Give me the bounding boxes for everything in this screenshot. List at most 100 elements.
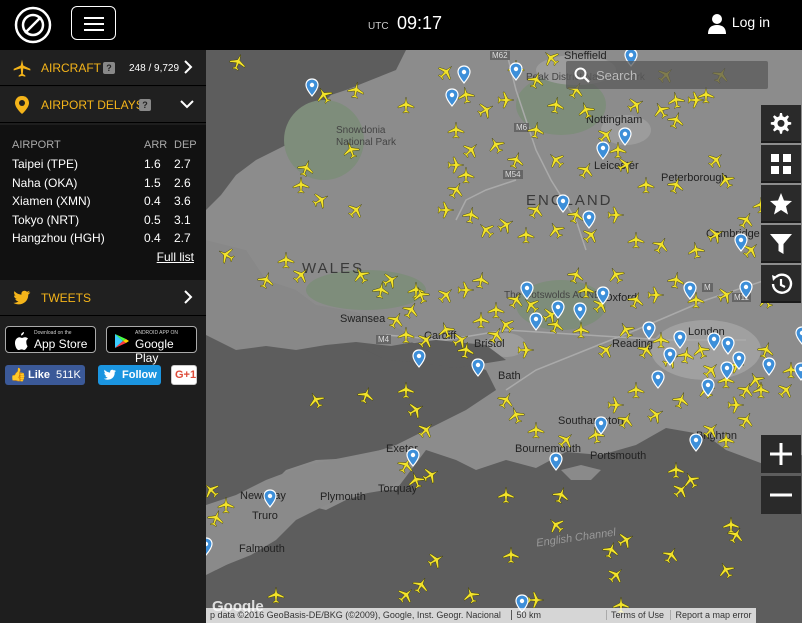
full-list-link[interactable]: Full list (157, 250, 194, 264)
aircraft-marker-icon[interactable] (410, 284, 432, 306)
aircraft-marker-icon[interactable] (607, 396, 625, 414)
user-icon[interactable] (708, 14, 726, 34)
airport-pin-icon[interactable] (596, 286, 610, 305)
airport-pin-icon[interactable] (509, 62, 523, 81)
aircraft-marker-icon[interactable] (494, 213, 518, 237)
aircraft-marker-icon[interactable] (545, 314, 567, 336)
aircraft-marker-icon[interactable] (405, 469, 427, 491)
aircraft-marker-icon[interactable] (474, 218, 498, 242)
twitter-follow-button[interactable]: Follow (98, 365, 161, 385)
help-icon[interactable]: ? (139, 99, 151, 111)
aircraft-marker-icon[interactable] (497, 486, 515, 504)
chevron-right-icon[interactable] (182, 60, 194, 74)
aircraft-marker-icon[interactable] (667, 461, 685, 479)
aircraft-marker-icon[interactable] (734, 208, 758, 232)
aircraft-marker-icon[interactable] (574, 158, 598, 182)
google-play-button[interactable]: ANDROID APP ON Google Play (106, 326, 197, 365)
aircraft-marker-icon[interactable] (434, 283, 458, 307)
airport-pin-icon[interactable] (263, 489, 277, 508)
aircraft-marker-icon[interactable] (255, 269, 277, 291)
aircraft-marker-icon[interactable] (627, 381, 645, 399)
aircraft-marker-icon[interactable] (624, 93, 648, 117)
table-row[interactable]: Hangzhou (HGH) 0.4 2.7 (12, 229, 204, 248)
aircraft-marker-icon[interactable] (487, 301, 505, 319)
airport-pin-icon[interactable] (734, 233, 748, 252)
aircraft-marker-icon[interactable] (652, 331, 670, 349)
aircraft-marker-icon[interactable] (214, 243, 238, 267)
table-row[interactable]: Xiamen (XMN) 0.4 3.6 (12, 192, 204, 211)
aircraft-marker-icon[interactable] (527, 421, 545, 439)
aircraft-marker-icon[interactable] (292, 176, 310, 194)
airport-pin-icon[interactable] (721, 336, 735, 355)
aircraft-marker-icon[interactable] (399, 298, 423, 322)
aircraft-marker-icon[interactable] (461, 205, 481, 225)
aircraft-marker-icon[interactable] (546, 95, 566, 115)
airport-pin-icon[interactable] (596, 141, 610, 160)
aircraft-marker-icon[interactable] (722, 516, 740, 534)
aircraft-marker-icon[interactable] (277, 251, 295, 269)
aircraft-marker-icon[interactable] (424, 548, 448, 572)
aircraft-marker-icon[interactable] (647, 286, 665, 304)
aircraft-marker-icon[interactable] (690, 339, 712, 361)
aircraft-marker-icon[interactable] (565, 264, 587, 286)
aircraft-marker-icon[interactable] (614, 408, 638, 432)
aircraft-marker-icon[interactable] (666, 270, 686, 290)
airport-pin-icon[interactable] (720, 361, 734, 380)
aircraft-marker-icon[interactable] (505, 149, 527, 171)
aircraft-marker-icon[interactable] (727, 396, 745, 414)
filter-button[interactable] (761, 225, 801, 263)
airport-pin-icon[interactable] (573, 302, 587, 321)
airport-pin-icon[interactable] (556, 194, 570, 213)
aircraft-marker-icon[interactable] (449, 328, 473, 352)
airport-pin-icon[interactable] (412, 349, 426, 368)
aircraft-marker-icon[interactable] (344, 198, 368, 222)
facebook-like-button[interactable]: 👍 Like 511K (5, 365, 85, 385)
airport-pin-icon[interactable] (707, 332, 721, 351)
aircraft-marker-icon[interactable] (419, 463, 443, 487)
aircraft-marker-icon[interactable] (649, 98, 673, 122)
tweets-section[interactable]: TWEETS (0, 280, 206, 316)
airport-pin-icon[interactable] (305, 78, 319, 97)
aircraft-marker-icon[interactable] (577, 281, 595, 299)
help-icon[interactable]: ? (103, 62, 115, 74)
aircraft-marker-icon[interactable] (614, 318, 638, 342)
menu-button[interactable] (71, 6, 116, 40)
aircraft-marker-icon[interactable] (267, 586, 285, 604)
aircraft-marker-icon[interactable] (604, 563, 628, 587)
aircraft-marker-icon[interactable] (474, 98, 498, 122)
aircraft-marker-icon[interactable] (414, 328, 438, 352)
zoom-out-button[interactable] (761, 476, 801, 514)
aircraft-marker-icon[interactable] (517, 226, 535, 244)
aircraft-marker-icon[interactable] (665, 174, 687, 196)
logo-icon[interactable] (14, 6, 52, 44)
aircraft-marker-icon[interactable] (434, 60, 458, 84)
aircraft-marker-icon[interactable] (484, 133, 508, 157)
aircraft-marker-icon[interactable] (517, 341, 535, 359)
aircraft-marker-icon[interactable] (414, 418, 438, 442)
aircraft-marker-icon[interactable] (755, 339, 777, 361)
aircraft-marker-icon[interactable] (304, 388, 328, 412)
chevron-right-icon[interactable] (182, 290, 194, 304)
aircraft-marker-icon[interactable] (456, 85, 476, 105)
aircraft-marker-icon[interactable] (614, 528, 638, 552)
airport-pin-icon[interactable] (594, 416, 608, 435)
aircraft-marker-icon[interactable] (670, 389, 692, 411)
aircraft-marker-icon[interactable] (394, 583, 418, 607)
aircraft-marker-icon[interactable] (309, 188, 333, 212)
aircraft-marker-icon[interactable] (714, 283, 738, 307)
report-map-error-link[interactable]: Report a map error (670, 610, 752, 620)
aircraft-marker-icon[interactable] (525, 69, 547, 91)
aircraft-marker-icon[interactable] (687, 91, 705, 109)
search-box[interactable] (566, 61, 768, 89)
aircraft-marker-icon[interactable] (524, 198, 548, 222)
aircraft-marker-icon[interactable] (206, 478, 223, 502)
aircraft-marker-icon[interactable] (349, 263, 373, 287)
aircraft-marker-icon[interactable] (649, 233, 673, 257)
aircraft-marker-icon[interactable] (460, 584, 482, 606)
aircraft-marker-icon[interactable] (594, 338, 618, 362)
aircraft-marker-icon[interactable] (289, 263, 313, 287)
aircraft-marker-icon[interactable] (437, 201, 455, 219)
airport-pin-icon[interactable] (794, 362, 802, 381)
airport-pin-icon[interactable] (549, 452, 563, 471)
aircraft-marker-icon[interactable] (544, 148, 568, 172)
